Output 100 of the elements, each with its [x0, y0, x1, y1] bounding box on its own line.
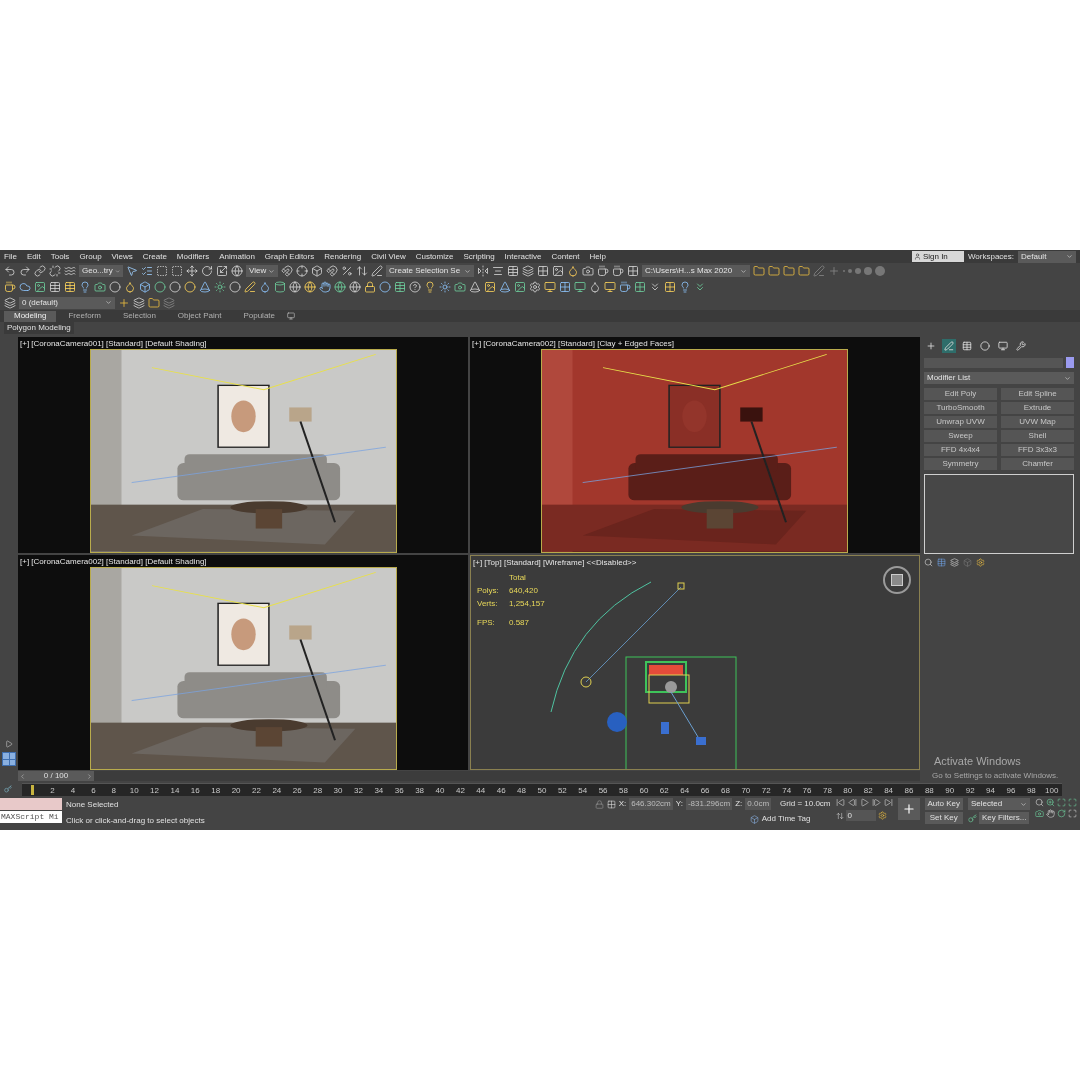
layers-icon[interactable] [4, 296, 16, 309]
folder-icon[interactable] [148, 296, 160, 309]
modifier-button[interactable]: Unwrap UVW [924, 416, 997, 428]
go-to-end-icon[interactable] [883, 798, 893, 807]
light-icon[interactable] [439, 281, 451, 293]
menu-item[interactable]: Views [111, 250, 133, 263]
modifier-button[interactable]: Sweep [924, 430, 997, 442]
monitor-icon[interactable] [574, 281, 586, 293]
previous-frame-icon[interactable] [847, 798, 857, 807]
menu-item[interactable]: Rendering [324, 250, 362, 263]
y-field[interactable]: -831.296cm [685, 798, 733, 810]
camera-icon[interactable] [454, 281, 466, 293]
sign-in-dropdown[interactable]: Sign In [911, 251, 964, 262]
modifier-button[interactable]: FFD 3x3x3 [1001, 444, 1074, 456]
modifier-button[interactable]: Edit Spline [1001, 388, 1074, 400]
hand-icon[interactable] [319, 281, 331, 293]
menu-item[interactable]: Animation [219, 250, 255, 263]
bulb-icon[interactable] [79, 281, 91, 293]
cylinder-icon[interactable] [274, 281, 286, 293]
lock-icon[interactable] [594, 799, 604, 809]
checker-icon[interactable] [664, 281, 676, 293]
layer-dropdown[interactable]: 0 (default) [19, 296, 115, 309]
rotate-icon[interactable] [201, 265, 213, 277]
grid-icon[interactable] [559, 281, 571, 293]
globe-icon[interactable] [289, 281, 301, 293]
current-frame-field[interactable]: 0 [845, 810, 876, 821]
scale-icon[interactable] [216, 265, 228, 277]
key-mode-dropdown[interactable]: Selected [968, 798, 1030, 810]
auto-key-button[interactable]: Auto Key [924, 798, 963, 810]
link-icon[interactable] [34, 265, 46, 277]
modifier-button[interactable]: Shell [1001, 430, 1074, 442]
droplet-icon[interactable] [124, 281, 136, 293]
ribbon-tab[interactable]: Object Paint [167, 310, 232, 322]
modifier-list-dropdown[interactable]: Modifier List [924, 372, 1074, 384]
layers-icon[interactable] [522, 265, 534, 277]
redo-icon[interactable] [19, 265, 31, 277]
move-icon[interactable] [186, 265, 198, 277]
ring-icon[interactable] [184, 281, 196, 293]
globe-icon[interactable] [334, 281, 346, 293]
checker-icon[interactable] [634, 281, 646, 293]
x-field[interactable]: 646.302cm [629, 798, 673, 810]
spinner-icon[interactable] [356, 265, 368, 277]
camera-icon[interactable] [94, 281, 106, 293]
modifier-button[interactable]: UVW Map [1001, 416, 1074, 428]
add-time-tag-link[interactable]: Add Time Tag [761, 813, 811, 825]
key-icon[interactable] [4, 785, 12, 793]
menu-item[interactable]: Help [589, 250, 606, 263]
ribbon-tab[interactable]: Populate [233, 310, 285, 322]
dashed-square-icon[interactable] [156, 265, 168, 277]
image-icon[interactable] [552, 265, 564, 277]
modifier-button[interactable]: FFD 4x4x4 [924, 444, 997, 456]
teapot-icon[interactable] [597, 265, 609, 277]
time-slider-track[interactable]: 0 / 100 [18, 771, 920, 781]
bulb-icon[interactable] [424, 281, 436, 293]
chevrons-icon[interactable] [694, 281, 706, 293]
align-icon[interactable] [492, 265, 504, 277]
go-to-start-icon[interactable] [835, 798, 845, 807]
grid-icon[interactable] [627, 265, 639, 277]
motion-tab[interactable] [978, 339, 992, 353]
menu-item[interactable]: Scripting [463, 250, 495, 263]
folder-icon[interactable] [753, 265, 765, 277]
play-icon[interactable] [5, 740, 13, 748]
grid-icon[interactable] [537, 265, 549, 277]
ribbon-tab[interactable]: Selection [112, 310, 166, 322]
viewport-layout-icon[interactable] [2, 752, 16, 766]
viewport[interactable]: [+] [CoronaCamera002] [Standard] [Default Shading] [18, 554, 468, 770]
ribbon-tab[interactable]: Freeform [58, 310, 111, 322]
add-layer-icon[interactable] [118, 296, 130, 309]
zoom-extents-all-icon[interactable] [1068, 798, 1077, 807]
teapot-icon[interactable] [612, 265, 624, 277]
color-swatch[interactable] [1066, 357, 1074, 368]
pointer-icon[interactable] [126, 265, 138, 277]
time-thumb[interactable] [30, 784, 34, 795]
utilities-tab[interactable] [1014, 339, 1028, 353]
unlink-icon[interactable] [49, 265, 61, 277]
list-icon[interactable] [141, 265, 153, 277]
modifier-stack[interactable] [924, 474, 1074, 554]
menu-item[interactable]: Civil View [371, 250, 406, 263]
cloud-icon[interactable] [19, 281, 31, 293]
droplet-icon[interactable] [567, 265, 579, 277]
menu-item[interactable]: Group [79, 250, 102, 263]
folder-icon[interactable] [798, 265, 810, 277]
viewport-label[interactable]: [+] [CoronaCamera001] [Standard] [Default Shading] [20, 338, 207, 350]
teapot-icon[interactable] [619, 281, 631, 293]
zoom-all-icon[interactable] [1046, 798, 1055, 807]
viewport-label[interactable]: [+] [CoronaCamera002] [Standard] [Clay + Edged Faces] [472, 338, 674, 350]
menu-item[interactable]: Customize [415, 250, 454, 263]
maximize-icon[interactable] [1068, 809, 1077, 818]
droplet-icon[interactable] [589, 281, 601, 293]
table-icon[interactable] [64, 281, 76, 293]
table-icon[interactable] [507, 265, 519, 277]
viewcube-icon[interactable] [883, 565, 911, 594]
project-folder-dropdown[interactable]: C:\Users\H...s Max 2020 [642, 265, 750, 277]
zoom-icon[interactable] [1035, 798, 1044, 807]
key-icon[interactable] [968, 813, 977, 823]
display-tab[interactable] [996, 339, 1010, 353]
set-key-button-large[interactable] [897, 798, 920, 820]
bulb-icon[interactable] [679, 281, 691, 293]
modifier-button[interactable]: Symmetry [924, 458, 997, 470]
table-icon[interactable] [394, 281, 406, 293]
